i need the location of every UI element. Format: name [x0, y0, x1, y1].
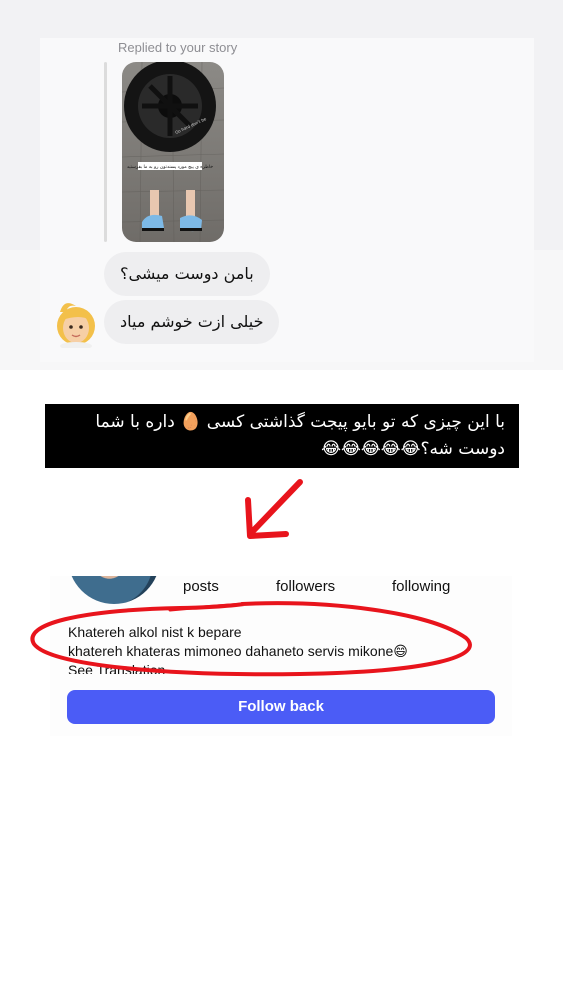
caption-line-1: با این چیزی که تو بایو پیجت گذاشتی کسی 🥚… [95, 412, 505, 432]
stat-posts-label[interactable]: posts [183, 578, 219, 595]
profile-avatar[interactable] [68, 576, 160, 604]
story-thumbnail[interactable]: Go hard don't be خاطره ی پیچ مورد پسندتو… [122, 62, 224, 242]
profile-card: posts followers following Khatereh alkol… [50, 576, 512, 736]
laughing-emoji-icons: 😂😂😂😂😂 [321, 439, 421, 459]
follow-back-button[interactable]: Follow back [67, 690, 495, 724]
message-bubble[interactable]: بامن دوست میشی؟ [104, 252, 270, 296]
caption-text: با این چیزی که تو بایو پیجت گذاشتی کسی 🥚… [45, 404, 519, 468]
bio-line: khatereh khateras mimoneo dahaneto servi… [68, 643, 408, 659]
sender-avatar[interactable] [48, 296, 100, 350]
reply-quote-bar [104, 62, 107, 242]
red-arrow-icon [245, 479, 303, 539]
dm-panel: Replied to your story Go hard don't be خ… [40, 38, 534, 362]
blonde-girl-emoji-icon [57, 303, 95, 350]
stat-following-label[interactable]: following [392, 578, 450, 595]
story-image: Go hard don't be خاطره ی پیچ مورد پسندتو… [122, 62, 224, 242]
see-translation-link[interactable]: See Translation [68, 662, 165, 674]
story-caption-text: خاطره ی پیچ مورد پسندتون رو به ما بفرستی… [127, 165, 213, 170]
bio-line: Khatereh alkol nist k bepare [68, 624, 242, 640]
stat-followers-label[interactable]: followers [276, 578, 335, 595]
replied-to-story-label: Replied to your story [118, 40, 238, 55]
caption-line-2: دوست شه؟ [420, 439, 505, 459]
message-bubble[interactable]: خیلی ازت خوشم میاد [104, 300, 280, 344]
